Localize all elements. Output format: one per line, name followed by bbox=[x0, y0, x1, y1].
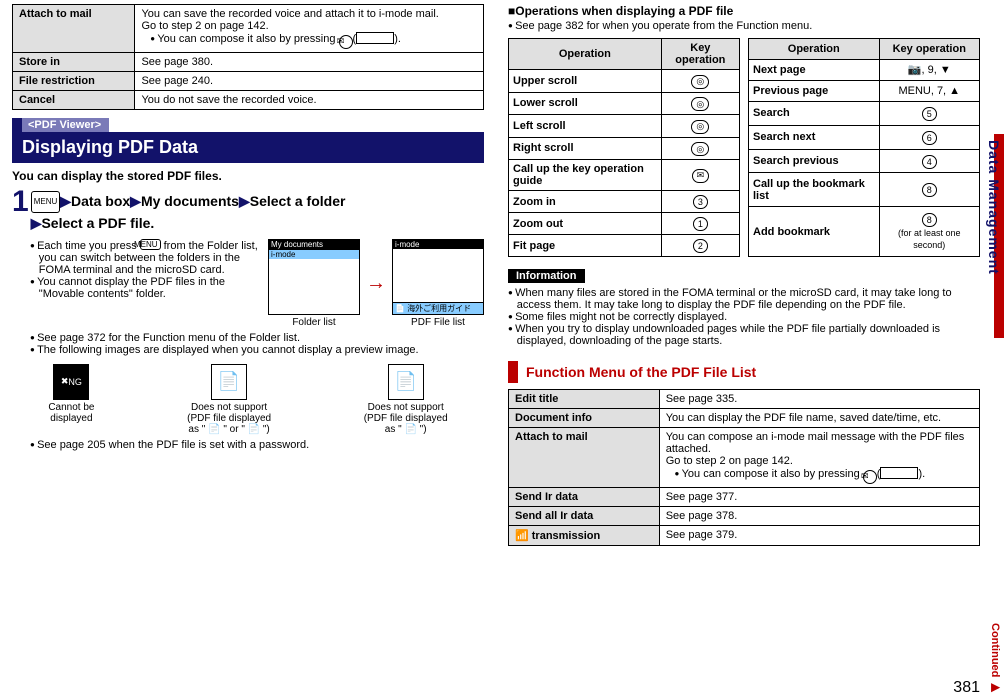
menu-key-icon: MENU bbox=[140, 239, 161, 250]
step-number: 1 bbox=[12, 189, 29, 215]
fn-body: You do not save the recorded voice. bbox=[135, 90, 484, 109]
fn-body: See page 378. bbox=[659, 506, 979, 525]
info-item: When you try to display undownloaded pag… bbox=[517, 323, 980, 347]
thumb-unsupported-a: 📄 Does not support (PDF file displayed a… bbox=[187, 364, 271, 435]
arrow-icon: ▶ bbox=[60, 193, 71, 209]
pdf-viewer-tag: <PDF Viewer> bbox=[12, 118, 109, 132]
table-row: Send all Ir data See page 378. bbox=[509, 506, 980, 525]
fn-body: See page 240. bbox=[135, 71, 484, 90]
fn-body: You can save the recorded voice and atta… bbox=[135, 5, 484, 53]
numeric-key-icon: 4 bbox=[922, 155, 937, 169]
section-tab: Data Management bbox=[986, 140, 1002, 275]
table-row: Attach to mail You can compose an i-mode… bbox=[509, 428, 980, 488]
ops-heading: ■Operations when displaying a PDF file bbox=[508, 4, 980, 18]
pdf-icon: 📄 bbox=[211, 364, 247, 400]
table-row: Cancel You do not save the recorded voic… bbox=[13, 90, 484, 109]
fn-label: Document info bbox=[509, 409, 660, 428]
info-item: When many files are stored in the FOMA t… bbox=[517, 287, 980, 311]
pdf-intro: You can display the stored PDF files. bbox=[12, 169, 484, 183]
numeric-key-icon: 2 bbox=[693, 239, 708, 253]
pdf-file-list-fn-table: Edit title See page 335. Document info Y… bbox=[508, 389, 980, 546]
table-row: Send Ir data See page 377. bbox=[509, 487, 980, 506]
fn-body: See page 379. bbox=[659, 525, 979, 545]
mail-key-icon: ✉ bbox=[692, 169, 710, 183]
fn-label: File restriction bbox=[13, 71, 135, 90]
pdf-icon: 📄 bbox=[388, 364, 424, 400]
fn-body: See page 335. bbox=[659, 390, 979, 409]
left-column: Attach to mail You can save the recorded… bbox=[12, 4, 484, 546]
fn-body: You can display the PDF file name, saved… bbox=[659, 409, 979, 428]
thumb-unsupported-b: 📄 Does not support (PDF file displayed a… bbox=[364, 364, 448, 435]
op-table-left: OperationKey operation Upper scroll◎ Low… bbox=[508, 38, 740, 257]
table-row: Attach to mail You can save the recorded… bbox=[13, 5, 484, 53]
fn-label: Send all Ir data bbox=[509, 506, 660, 525]
table-row: Document info You can display the PDF fi… bbox=[509, 409, 980, 428]
fn-body: See page 377. bbox=[659, 487, 979, 506]
pdf-file-list-shot: i-mode 📄 海外ご利用ガイド bbox=[392, 239, 484, 315]
table-row: Edit title See page 335. bbox=[509, 390, 980, 409]
numeric-key-icon: 5 bbox=[922, 107, 937, 121]
menu-key-icon: MENU bbox=[31, 191, 61, 213]
arrow-icon: ▶ bbox=[130, 193, 141, 209]
key-combo: MENU, 7, ▲ bbox=[879, 81, 979, 102]
step-notes: Each time you press MENU from the Folder… bbox=[12, 239, 260, 328]
numeric-key-icon: 6 bbox=[922, 131, 937, 145]
numeric-key-icon: 3 bbox=[693, 195, 708, 209]
step-text: MENU▶Data box▶My documents▶Select a fold… bbox=[31, 189, 346, 233]
recorded-voice-fn-table: Attach to mail You can save the recorded… bbox=[12, 4, 484, 110]
nav-key-icon: ◎ bbox=[691, 120, 709, 134]
nav-key-icon: ◎ bbox=[691, 142, 709, 156]
fn-body: You can compose an i-mode mail message w… bbox=[659, 428, 979, 488]
continued-label: Continued ▶ bbox=[989, 623, 1002, 693]
table-row: Store in See page 380. bbox=[13, 52, 484, 71]
arrow-icon: → bbox=[366, 272, 386, 295]
folder-list-shot: My documents i-mode bbox=[268, 239, 360, 315]
mail-key-icon: ✉ bbox=[339, 35, 353, 49]
softkey-icon bbox=[356, 32, 394, 44]
fn-label: Send Ir data bbox=[509, 487, 660, 506]
preview-thumbnails: ✖NG Cannot be displayed 📄 Does not suppo… bbox=[12, 364, 484, 435]
arrow-icon: ▶ bbox=[31, 215, 42, 231]
operation-tables: OperationKey operation Upper scroll◎ Low… bbox=[508, 38, 980, 257]
fn-label: Edit title bbox=[509, 390, 660, 409]
information-box: Information When many files are stored i… bbox=[508, 269, 980, 347]
info-item: Some files might not be correctly displa… bbox=[517, 311, 980, 323]
thumb-cannot-display: ✖NG Cannot be displayed bbox=[48, 364, 94, 435]
mail-key-icon: ✉ bbox=[863, 470, 877, 484]
table-row: 📶 transmission See page 379. bbox=[509, 525, 980, 545]
page-number: 381 bbox=[953, 679, 980, 697]
pdf-viewer-title: Displaying PDF Data bbox=[12, 132, 484, 163]
fn-label: 📶 transmission bbox=[509, 525, 660, 545]
note: See page 205 when the PDF file is set wi… bbox=[21, 439, 484, 451]
op-table-right: OperationKey operation Next page📷, 9, ▼ … bbox=[748, 38, 980, 257]
fn-label: Attach to mail bbox=[509, 428, 660, 488]
screenshots: My documents i-mode Folder list → i-mode… bbox=[268, 239, 484, 328]
note: The following images are displayed when … bbox=[39, 344, 484, 356]
fn-label: Cancel bbox=[13, 90, 135, 109]
key-combo: 📷, 9, ▼ bbox=[879, 59, 979, 81]
ng-icon: ✖NG bbox=[53, 364, 89, 400]
right-column: ■Operations when displaying a PDF file S… bbox=[508, 4, 980, 546]
note: See page 372 for the Function menu of th… bbox=[39, 332, 484, 344]
table-row: File restriction See page 240. bbox=[13, 71, 484, 90]
fn-label: Store in bbox=[13, 52, 135, 71]
arrow-icon: ▶ bbox=[239, 193, 250, 209]
numeric-key-icon: 8 bbox=[922, 183, 937, 197]
numeric-key-icon: 1 bbox=[693, 217, 708, 231]
softkey-icon bbox=[880, 467, 918, 479]
nav-key-icon: ◎ bbox=[691, 75, 709, 89]
fn-body: See page 380. bbox=[135, 52, 484, 71]
step-1: 1 MENU▶Data box▶My documents▶Select a fo… bbox=[12, 189, 484, 233]
function-menu-heading: Function Menu of the PDF File List bbox=[508, 361, 980, 383]
ops-sub: See page 382 for when you operate from t… bbox=[517, 20, 980, 32]
information-chip: Information bbox=[508, 269, 585, 283]
fn-label: Attach to mail bbox=[13, 5, 135, 53]
numeric-key-icon: 8 bbox=[922, 213, 937, 227]
nav-key-icon: ◎ bbox=[691, 97, 709, 111]
